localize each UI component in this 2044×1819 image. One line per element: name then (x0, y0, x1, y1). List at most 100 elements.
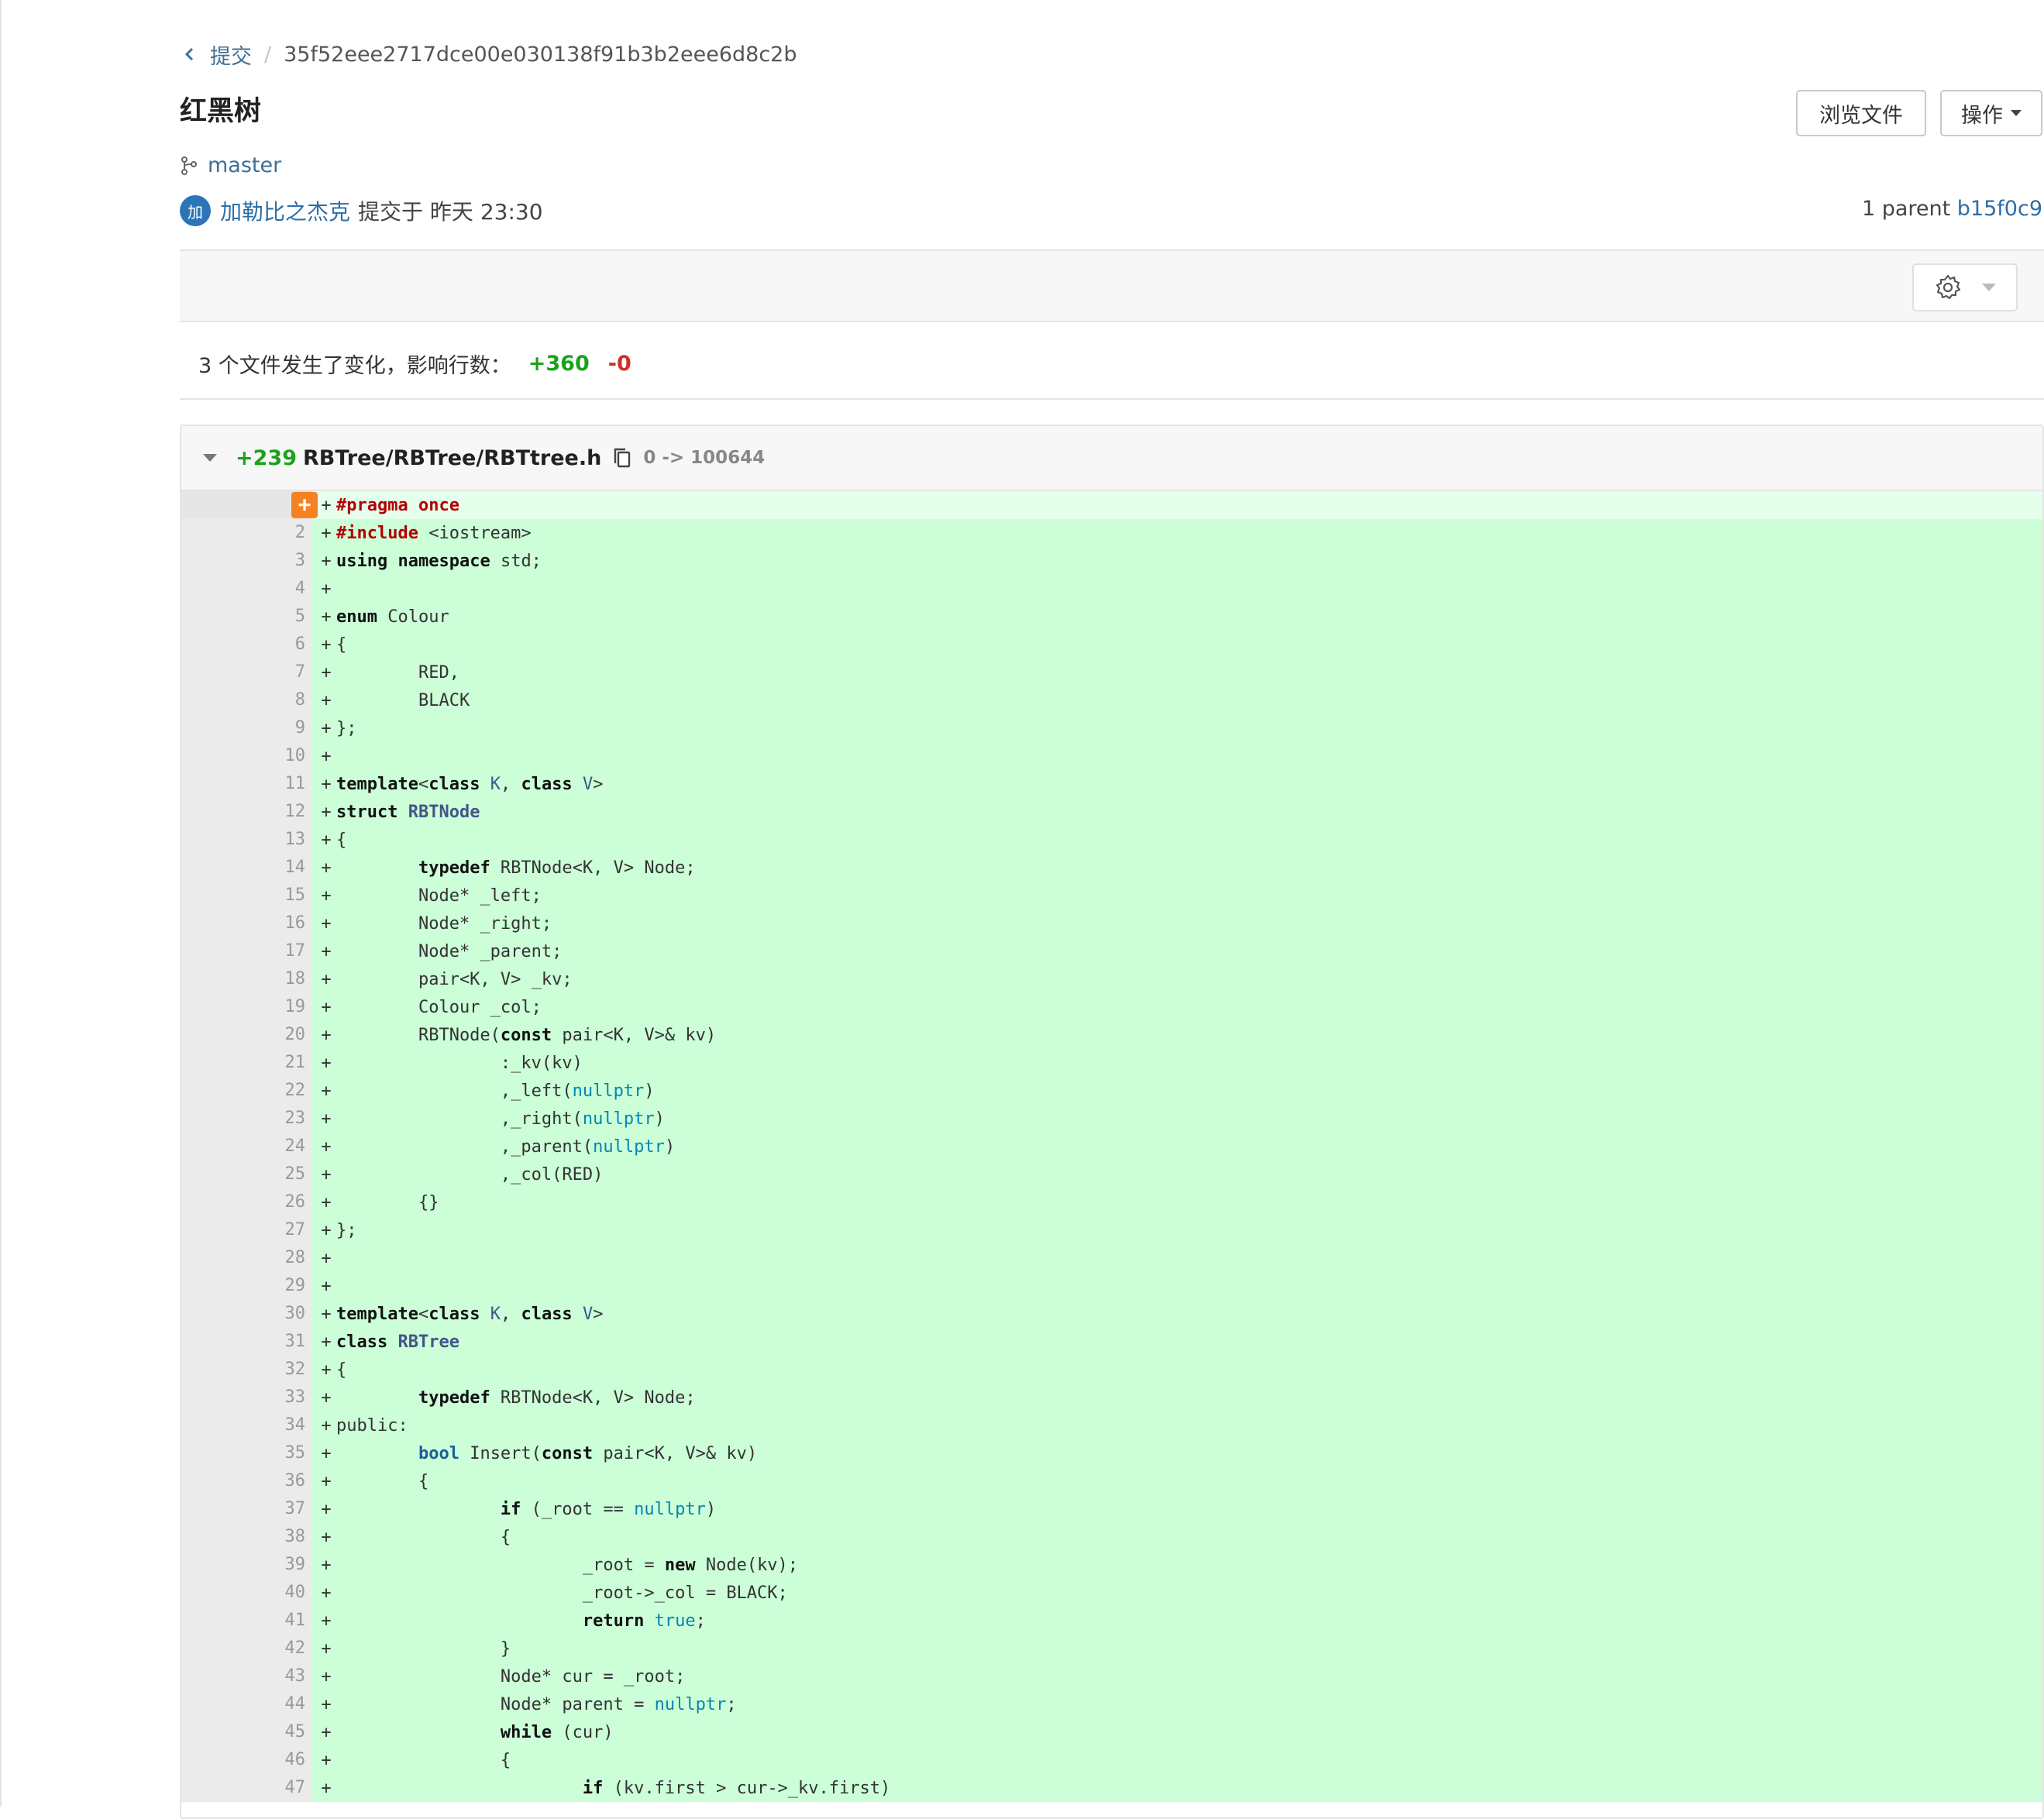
old-line-number[interactable] (181, 1635, 240, 1663)
old-line-number[interactable] (181, 1356, 240, 1384)
collapse-toggle-icon[interactable] (203, 454, 217, 462)
old-line-number[interactable] (181, 937, 240, 965)
old-line-number[interactable] (181, 882, 240, 910)
new-line-number[interactable]: 11 (240, 770, 311, 798)
actions-dropdown-button[interactable]: 操作 (1940, 90, 2042, 136)
old-line-number[interactable] (181, 1746, 240, 1774)
add-comment-plus-icon[interactable]: + (291, 492, 318, 518)
new-line-number[interactable]: 31 (240, 1328, 311, 1356)
new-line-number[interactable]: 47 (240, 1774, 311, 1802)
new-line-number[interactable]: 19 (240, 993, 311, 1021)
new-line-number[interactable]: 15 (240, 882, 311, 910)
browse-files-button[interactable]: 浏览文件 (1796, 90, 1926, 136)
new-line-number[interactable]: 2 (240, 519, 311, 547)
old-line-number[interactable] (181, 1412, 240, 1439)
old-line-number[interactable] (181, 798, 240, 826)
old-line-number[interactable] (181, 1607, 240, 1635)
old-line-number[interactable] (181, 1774, 240, 1802)
branch-link[interactable]: master (180, 153, 281, 177)
old-line-number[interactable] (181, 854, 240, 882)
old-line-number[interactable] (181, 910, 240, 937)
new-line-number[interactable]: 4 (240, 575, 311, 603)
old-line-number[interactable] (181, 1495, 240, 1523)
old-line-number[interactable] (181, 1272, 240, 1300)
new-line-number[interactable]: 41 (240, 1607, 311, 1635)
old-line-number[interactable] (181, 631, 240, 658)
new-line-number[interactable]: 44 (240, 1690, 311, 1718)
new-line-number[interactable]: 33 (240, 1384, 311, 1412)
new-line-number[interactable]: + (240, 491, 318, 519)
new-line-number[interactable]: 3 (240, 547, 311, 575)
new-line-number[interactable]: 5 (240, 603, 311, 631)
new-line-number[interactable]: 21 (240, 1049, 311, 1077)
old-line-number[interactable] (181, 1384, 240, 1412)
file-header[interactable]: +239 RBTree/RBTree/RBTtree.h 0 -> 100644 (181, 426, 2042, 491)
old-line-number[interactable] (181, 826, 240, 854)
new-line-number[interactable]: 42 (240, 1635, 311, 1663)
new-line-number[interactable]: 24 (240, 1133, 311, 1161)
new-line-number[interactable]: 17 (240, 937, 311, 965)
new-line-number[interactable]: 32 (240, 1356, 311, 1384)
new-line-number[interactable]: 20 (240, 1021, 311, 1049)
old-line-number[interactable] (181, 1551, 240, 1579)
new-line-number[interactable]: 9 (240, 714, 311, 742)
old-line-number[interactable] (181, 1300, 240, 1328)
old-line-number[interactable] (181, 1049, 240, 1077)
new-line-number[interactable]: 38 (240, 1523, 311, 1551)
chevron-left-icon[interactable] (181, 45, 199, 64)
new-line-number[interactable]: 28 (240, 1244, 311, 1272)
diff-settings-button[interactable] (1912, 263, 2018, 311)
new-line-number[interactable]: 45 (240, 1718, 311, 1746)
breadcrumb-commits-link[interactable]: 提交 (210, 40, 252, 70)
new-line-number[interactable]: 16 (240, 910, 311, 937)
new-line-number[interactable]: 39 (240, 1551, 311, 1579)
new-line-number[interactable]: 27 (240, 1216, 311, 1244)
old-line-number[interactable] (181, 993, 240, 1021)
new-line-number[interactable]: 23 (240, 1105, 311, 1133)
new-line-number[interactable]: 6 (240, 631, 311, 658)
old-line-number[interactable] (181, 1663, 240, 1690)
new-line-number[interactable]: 30 (240, 1300, 311, 1328)
old-line-number[interactable] (181, 1105, 240, 1133)
old-line-number[interactable] (181, 575, 240, 603)
old-line-number[interactable] (181, 1328, 240, 1356)
new-line-number[interactable]: 10 (240, 742, 311, 770)
new-line-number[interactable]: 12 (240, 798, 311, 826)
new-line-number[interactable]: 25 (240, 1161, 311, 1188)
new-line-number[interactable]: 26 (240, 1188, 311, 1216)
new-line-number[interactable]: 35 (240, 1439, 311, 1467)
old-line-number[interactable] (181, 1579, 240, 1607)
new-line-number[interactable]: 8 (240, 686, 311, 714)
old-line-number[interactable] (181, 1021, 240, 1049)
old-line-number[interactable] (181, 1718, 240, 1746)
old-line-number[interactable] (181, 1216, 240, 1244)
old-line-number[interactable] (181, 742, 240, 770)
author-link[interactable]: 加勒比之杰克 (220, 195, 350, 226)
old-line-number[interactable] (181, 1133, 240, 1161)
old-line-number[interactable] (181, 603, 240, 631)
old-line-number[interactable] (181, 491, 240, 519)
old-line-number[interactable] (181, 1161, 240, 1188)
old-line-number[interactable] (181, 686, 240, 714)
old-line-number[interactable] (181, 547, 240, 575)
new-line-number[interactable]: 46 (240, 1746, 311, 1774)
new-line-number[interactable]: 37 (240, 1495, 311, 1523)
old-line-number[interactable] (181, 1077, 240, 1105)
new-line-number[interactable]: 43 (240, 1663, 311, 1690)
copy-icon[interactable] (612, 446, 632, 469)
old-line-number[interactable] (181, 770, 240, 798)
new-line-number[interactable]: 29 (240, 1272, 311, 1300)
parent-hash-link[interactable]: b15f0c9 (1957, 197, 2042, 221)
new-line-number[interactable]: 34 (240, 1412, 311, 1439)
old-line-number[interactable] (181, 965, 240, 993)
new-line-number[interactable]: 13 (240, 826, 311, 854)
new-line-number[interactable]: 36 (240, 1467, 311, 1495)
old-line-number[interactable] (181, 519, 240, 547)
new-line-number[interactable]: 14 (240, 854, 311, 882)
new-line-number[interactable]: 40 (240, 1579, 311, 1607)
old-line-number[interactable] (181, 714, 240, 742)
old-line-number[interactable] (181, 658, 240, 686)
avatar[interactable]: 加 (180, 195, 211, 226)
new-line-number[interactable]: 7 (240, 658, 311, 686)
new-line-number[interactable]: 22 (240, 1077, 311, 1105)
